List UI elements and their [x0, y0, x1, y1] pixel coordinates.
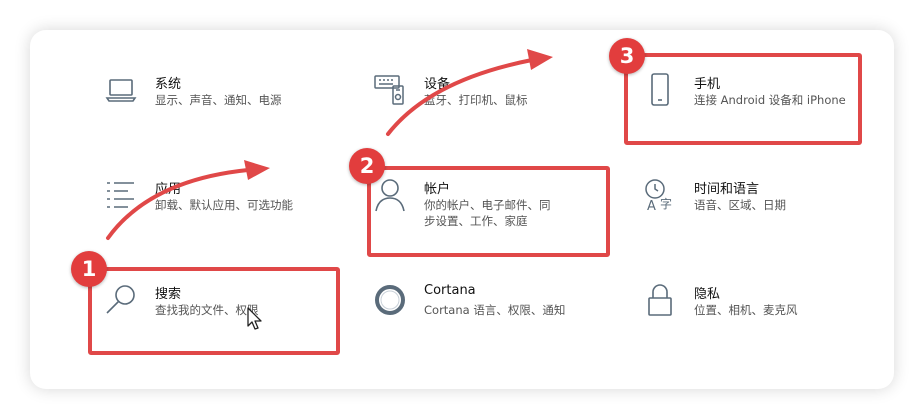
svg-text:A: A — [647, 199, 656, 212]
tile-description: 位置、相机、麦克风 — [694, 303, 798, 317]
settings-tile-time-language[interactable]: A 字 时间和语言 语音、区域、日期 — [643, 178, 883, 238]
step-badge-1: 1 — [71, 251, 107, 287]
tile-title: 应用 — [155, 182, 182, 197]
settings-tile-cortana[interactable]: Cortana Cortana 语言、权限、通知 — [373, 283, 613, 343]
language-icon: A 字 — [643, 178, 677, 212]
tile-title: Cortana — [424, 283, 476, 298]
tile-description: 卸载、默认应用、可选功能 — [155, 198, 293, 212]
mouse-cursor-icon — [247, 307, 262, 330]
svg-text:字: 字 — [660, 196, 672, 211]
highlight-box-search — [88, 267, 340, 355]
highlight-box-phone — [624, 53, 862, 145]
tile-title: 时间和语言 — [694, 182, 760, 197]
tile-description: 显示、声音、通知、电源 — [155, 93, 282, 107]
lock-icon — [643, 283, 677, 317]
tile-title: 系统 — [155, 77, 182, 92]
cortana-icon — [373, 283, 407, 317]
tile-title: 隐私 — [694, 287, 721, 302]
tile-title: 设备 — [424, 77, 451, 92]
tile-description: Cortana 语言、权限、通知 — [424, 303, 566, 317]
settings-tile-system[interactable]: 系统 显示、声音、通知、电源 — [104, 73, 344, 133]
settings-tile-devices[interactable]: 设备 蓝牙、打印机、鼠标 — [373, 73, 613, 133]
settings-tile-apps[interactable]: 应用 卸载、默认应用、可选功能 — [104, 178, 344, 238]
step-badge-2: 2 — [349, 148, 385, 184]
step-badge-3: 3 — [609, 38, 645, 74]
laptop-icon — [104, 73, 138, 107]
list-icon — [104, 178, 138, 212]
tile-description: 语音、区域、日期 — [694, 198, 786, 212]
keyboard-icon — [373, 73, 407, 107]
tile-description: 蓝牙、打印机、鼠标 — [424, 93, 528, 107]
settings-tile-privacy[interactable]: 隐私 位置、相机、麦克风 — [643, 283, 883, 343]
highlight-box-accounts — [367, 166, 610, 257]
